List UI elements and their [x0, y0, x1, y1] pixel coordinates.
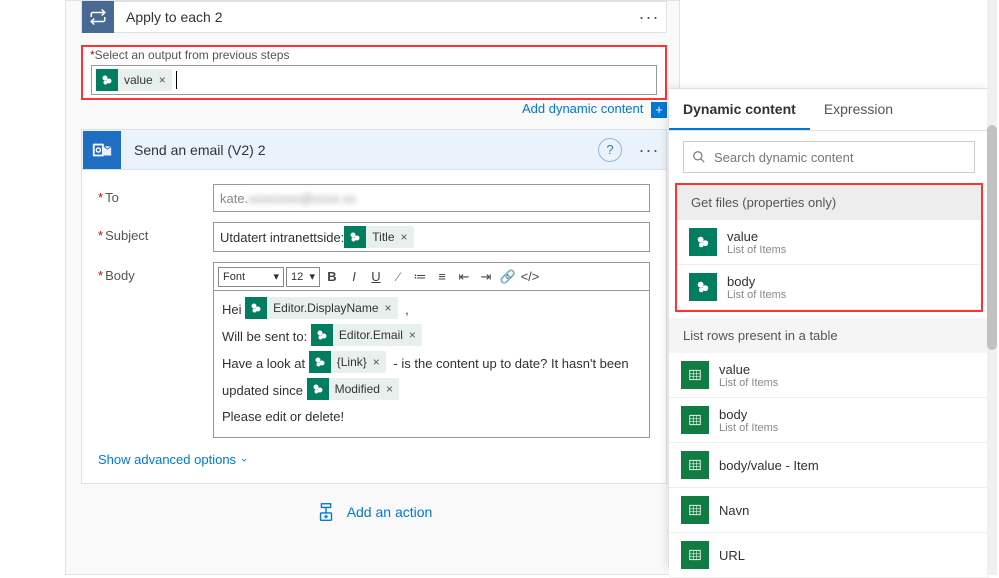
sharepoint-icon	[689, 228, 717, 256]
token-value[interactable]: value ×	[96, 69, 172, 91]
search-dynamic-content[interactable]: Search dynamic content	[683, 141, 975, 173]
send-email-more-icon[interactable]: ···	[632, 145, 666, 155]
subject-label: *Subject	[98, 222, 213, 243]
excel-icon	[681, 406, 709, 434]
tab-expression[interactable]: Expression	[810, 89, 907, 130]
sharepoint-icon	[309, 351, 331, 373]
sharepoint-icon	[689, 273, 717, 301]
dyn-item-body-xl[interactable]: bodyList of Items	[669, 398, 989, 443]
group-list-rows: List rows present in a table	[669, 318, 989, 353]
apply-to-each-title: Apply to each 2	[114, 9, 632, 25]
add-action-row: Add an action	[66, 501, 681, 526]
sharepoint-icon	[311, 324, 333, 346]
select-output-label: *Select an output from previous steps	[90, 48, 289, 62]
send-email-header[interactable]: Send an email (V2) 2 ? ···	[82, 130, 666, 170]
add-dynamic-plus-icon[interactable]: +	[651, 102, 667, 118]
send-email-body: *To kate.xxxxxxxx@xxxx.xx *Subject Utdat…	[82, 170, 666, 483]
to-input[interactable]: kate.xxxxxxxx@xxxx.xx	[213, 184, 650, 212]
excel-icon	[681, 361, 709, 389]
group-get-files: Get files (properties only)	[677, 185, 981, 220]
select-output-input[interactable]: value ×	[91, 65, 657, 95]
sharepoint-icon	[344, 226, 366, 248]
code-view-button[interactable]: </>	[520, 267, 540, 287]
indent-button[interactable]: ⇥	[476, 267, 496, 287]
add-action-icon	[315, 501, 337, 523]
page-scrollbar[interactable]	[987, 0, 997, 575]
dynamic-content-panel: Dynamic content Expression Search dynami…	[668, 88, 990, 568]
sharepoint-icon	[96, 69, 118, 91]
excel-icon	[681, 451, 709, 479]
number-list-button[interactable]: ≡	[432, 267, 452, 287]
dynamic-content-link-row: Add dynamic content +	[81, 101, 667, 118]
token-link[interactable]: {Link}×	[309, 351, 386, 373]
body-label: *Body	[98, 262, 213, 283]
loop-icon	[82, 1, 114, 33]
strikethrough-button[interactable]: ⁄	[388, 267, 408, 287]
dyn-item-body-sp[interactable]: bodyList of Items	[677, 265, 981, 310]
dyn-item-navn-xl[interactable]: Navn	[669, 488, 989, 533]
apply-to-each-more-icon[interactable]: ···	[632, 12, 666, 22]
token-title[interactable]: Title ×	[344, 226, 413, 248]
text-cursor	[176, 71, 177, 89]
outlook-icon	[83, 131, 121, 169]
dyn-item-value-xl[interactable]: valueList of Items	[669, 353, 989, 398]
sharepoint-icon	[307, 378, 329, 400]
chevron-down-icon: ›	[238, 458, 250, 462]
body-editor[interactable]: Hei Editor.DisplayName× , Will be sent t…	[213, 290, 650, 438]
add-action-button[interactable]: Add an action	[315, 501, 433, 523]
scrollbar-thumb[interactable]	[987, 125, 997, 350]
select-output-block: *Select an output from previous steps va…	[81, 45, 667, 100]
outdent-button[interactable]: ⇤	[454, 267, 474, 287]
excel-icon	[681, 541, 709, 569]
token-editor-displayname[interactable]: Editor.DisplayName×	[245, 297, 397, 319]
show-advanced-options[interactable]: Show advanced options›	[98, 448, 650, 473]
dyn-item-url-xl[interactable]: URL	[669, 533, 989, 578]
link-button[interactable]: 🔗	[498, 267, 518, 287]
bold-button[interactable]: B	[322, 267, 342, 287]
bullet-list-button[interactable]: ≔	[410, 267, 430, 287]
token-modified[interactable]: Modified×	[307, 378, 399, 400]
dyn-item-value-sp[interactable]: valueList of Items	[677, 220, 981, 265]
excel-icon	[681, 496, 709, 524]
add-dynamic-content-link[interactable]: Add dynamic content	[522, 101, 643, 116]
subject-input[interactable]: Utdatert intranettside: Title ×	[213, 222, 650, 252]
dyn-item-bodyvalue-xl[interactable]: body/value - Item	[669, 443, 989, 488]
panel-tabs: Dynamic content Expression	[669, 89, 989, 131]
apply-to-each-header[interactable]: Apply to each 2 ···	[81, 1, 667, 33]
sharepoint-icon	[245, 297, 267, 319]
size-select[interactable]: 12▾	[286, 267, 320, 287]
font-select[interactable]: Font▾	[218, 267, 284, 287]
highlighted-group: Get files (properties only) valueList of…	[675, 183, 983, 312]
help-icon[interactable]: ?	[598, 138, 622, 162]
to-label: *To	[98, 184, 213, 205]
token-editor-email[interactable]: Editor.Email×	[311, 324, 422, 346]
token-remove-icon[interactable]: ×	[159, 73, 166, 87]
token-remove-icon[interactable]: ×	[401, 230, 408, 244]
send-email-card: Send an email (V2) 2 ? ··· *To kate.xxxx…	[81, 129, 667, 484]
italic-button[interactable]: I	[344, 267, 364, 287]
search-icon	[692, 150, 706, 164]
tab-dynamic-content[interactable]: Dynamic content	[669, 89, 810, 130]
underline-button[interactable]: U	[366, 267, 386, 287]
rich-text-toolbar: Font▾ 12▾ B I U ⁄ ≔ ≡ ⇤ ⇥ 🔗 </>	[213, 262, 650, 290]
flow-canvas: Apply to each 2 ··· *Select an output fr…	[65, 0, 680, 575]
send-email-title: Send an email (V2) 2	[122, 142, 598, 158]
